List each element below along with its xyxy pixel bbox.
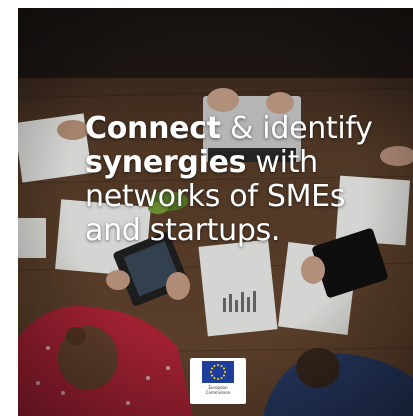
eu-logo-text-line2: Commission <box>205 390 231 395</box>
promo-card: Connect & identify synergies with networ… <box>0 0 413 416</box>
eu-flag-icon <box>202 361 234 383</box>
eu-logo-text: European Commission <box>192 385 244 395</box>
headline-synergies: synergies <box>85 145 247 180</box>
headline-connect: Connect <box>85 111 221 146</box>
headline-line-4: and startups. <box>85 213 281 248</box>
headline-line-2: synergies with <box>85 146 385 180</box>
headline-line-1: Connect & identify <box>85 112 385 146</box>
european-commission-logo: European Commission <box>190 358 246 404</box>
headline-with: with <box>246 145 318 180</box>
headline-line-3: networks of SMEs <box>85 179 346 214</box>
meeting-table-photo: Connect & identify synergies with networ… <box>18 8 413 416</box>
headline: Connect & identify synergies with networ… <box>85 112 385 248</box>
headline-identify: & identify <box>220 111 373 146</box>
